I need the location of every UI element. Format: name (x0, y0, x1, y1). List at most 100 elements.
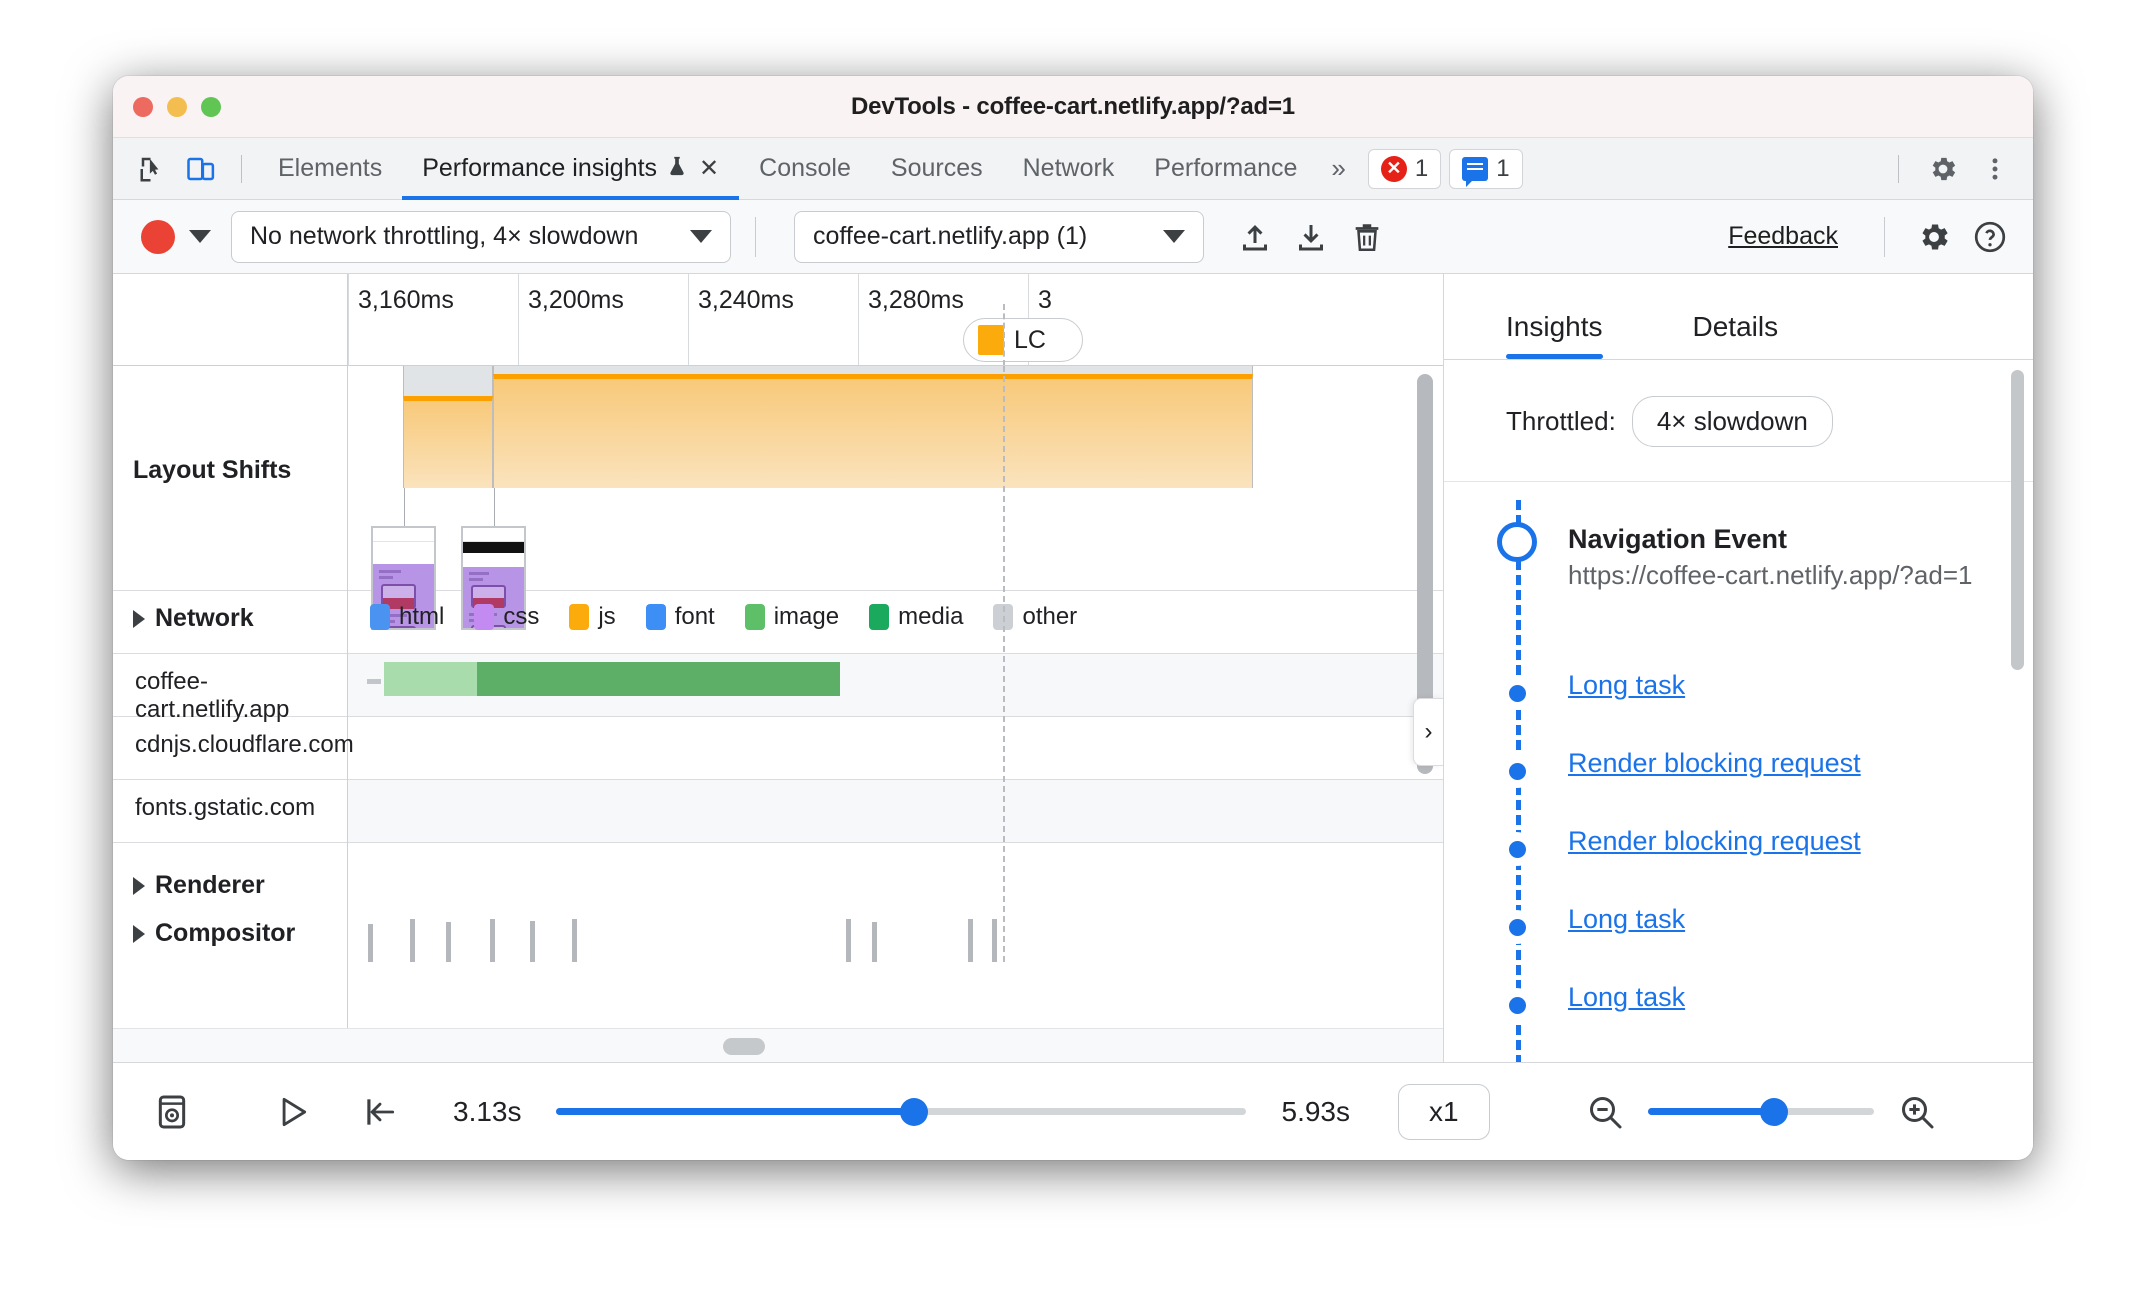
zoom-slider[interactable] (1647, 1097, 1874, 1126)
filmstrip-icon[interactable] (143, 1083, 201, 1141)
track-label-layout-shifts[interactable]: Layout Shifts (113, 456, 347, 485)
insight-body: Render blocking request (1506, 748, 1897, 826)
track-label-network[interactable]: Network (113, 604, 347, 633)
zoom-out-icon[interactable] (1576, 1083, 1634, 1141)
expand-sidebar-button[interactable]: › (1413, 698, 1443, 766)
chevron-right-icon (133, 876, 145, 895)
layout-shift-gray-segment[interactable] (403, 366, 493, 396)
timeline-dot-marker-icon (1500, 910, 1534, 944)
layout-shift-gray-segment[interactable] (493, 366, 1253, 374)
thumb-ad-banner (463, 542, 524, 553)
play-icon[interactable] (263, 1083, 321, 1141)
screen-root: DevTools - coffee-cart.netlify.app/?ad=1 (0, 0, 2146, 1316)
trash-icon[interactable] (1342, 212, 1392, 262)
tab-performance-insights[interactable]: Performance insights ✕ (402, 138, 739, 200)
message-counter-button[interactable]: 1 (1449, 148, 1523, 189)
horizontal-scroll-handle[interactable] (723, 1038, 765, 1055)
layout-shift-cluster-2[interactable] (493, 374, 1253, 488)
window-traffic-lights[interactable] (133, 96, 221, 117)
track-name: coffee-cart.netlify.app (135, 668, 290, 723)
insight-long-task-1[interactable]: Long task (1444, 670, 2033, 748)
track-label-fonts-gstatic[interactable]: fonts.gstatic.com (113, 794, 347, 822)
close-tab-icon[interactable]: ✕ (699, 154, 719, 183)
insight-long-task-2[interactable]: Long task (1444, 904, 2033, 982)
record-button[interactable] (141, 219, 175, 254)
gear-icon[interactable] (1909, 212, 1959, 262)
tab-label: Performance (1154, 154, 1298, 182)
sidebar-tab-details[interactable]: Details (1693, 311, 1779, 359)
playback-speed-button[interactable]: x1 (1398, 1083, 1490, 1140)
maximize-window-button[interactable] (201, 96, 221, 117)
insight-long-task-3[interactable]: Long task (1444, 982, 2033, 1060)
track-canvas[interactable]: html css js font image media other (348, 366, 1443, 1062)
tab-performance[interactable]: Performance (1134, 138, 1317, 200)
more-tabs-icon[interactable]: » (1317, 153, 1359, 184)
devtools-window: DevTools - coffee-cart.netlify.app/?ad=1 (113, 76, 2033, 1160)
three-dots-vertical-icon[interactable] (1971, 145, 2019, 193)
throttling-select[interactable]: No network throttling, 4× slowdown (231, 210, 731, 263)
recording-select[interactable]: coffee-cart.netlify.app (1) (794, 210, 1204, 263)
lcp-badge[interactable]: LC (963, 318, 1083, 362)
legend-label: js (598, 603, 616, 630)
insights-list: Navigation Event https://coffee-cart.net… (1444, 482, 2033, 1080)
timeline-dot-marker-icon (1500, 676, 1534, 710)
insight-link[interactable]: Long task (1568, 982, 1685, 1012)
track-label-compositor[interactable]: Compositor (113, 919, 347, 948)
insight-link[interactable]: Long task (1568, 670, 1685, 700)
tab-sources[interactable]: Sources (871, 138, 1003, 200)
download-icon[interactable] (1286, 212, 1336, 262)
zoom-in-icon[interactable] (1888, 1083, 1946, 1141)
insight-link[interactable]: Long task (1568, 904, 1685, 934)
track-label-column: Layout Shifts Network coffee-cart.netlif… (113, 366, 354, 1062)
thumb-header (373, 528, 434, 542)
gear-icon[interactable] (1919, 145, 1967, 193)
thumb-header (463, 528, 524, 542)
network-request-wait-bar[interactable] (384, 662, 477, 696)
minimize-window-button[interactable] (167, 96, 187, 117)
insight-link[interactable]: Render blocking request (1568, 748, 1861, 778)
tab-label: Performance insights (422, 154, 658, 182)
message-icon (1462, 156, 1489, 187)
legend-label: image (773, 603, 840, 630)
insight-render-blocking-1[interactable]: Render blocking request (1444, 748, 2033, 826)
close-window-button[interactable] (133, 96, 153, 117)
legend-item-image: image (744, 603, 840, 631)
tab-console[interactable]: Console (739, 138, 871, 200)
feedback-link[interactable]: Feedback (1728, 222, 1838, 251)
zoom-slider-knob[interactable] (1760, 1097, 1789, 1126)
time-range-slider[interactable] (555, 1097, 1246, 1126)
track-label-cdnjs[interactable]: cdnjs.cloudflare.com (113, 731, 354, 759)
legend-swatch (869, 604, 890, 630)
legend-swatch (370, 604, 390, 630)
playhead-marker-line (1003, 366, 1005, 962)
ruler-tick-area[interactable]: 3,160ms 3,200ms 3,240ms 3,280ms 3 LC (348, 274, 1443, 365)
tab-label: Sources (890, 154, 983, 182)
device-toolbar-icon[interactable] (177, 145, 225, 193)
sidebar-tab-insights[interactable]: Insights (1506, 311, 1603, 359)
layout-shift-cluster-1[interactable] (403, 396, 493, 488)
tab-elements[interactable]: Elements (258, 138, 402, 200)
upload-icon[interactable] (1230, 212, 1280, 262)
tab-network[interactable]: Network (1003, 138, 1135, 200)
time-range-knob[interactable] (900, 1097, 929, 1126)
record-options-chevron-down-icon[interactable] (189, 230, 211, 243)
thumbnail-connector (494, 488, 495, 526)
insight-link[interactable]: Render blocking request (1568, 826, 1861, 856)
jump-to-start-icon[interactable] (351, 1083, 409, 1141)
insight-render-blocking-2[interactable]: Render blocking request (1444, 826, 2033, 904)
range-start-time: 3.13s (453, 1095, 522, 1127)
sidebar-scrollbar[interactable] (2011, 370, 2024, 670)
lcp-label: LC (1014, 325, 1046, 354)
chevron-right-icon (133, 609, 145, 628)
track-label-coffee-cart[interactable]: coffee-cart.netlify.app (113, 668, 347, 724)
window-titlebar: DevTools - coffee-cart.netlify.app/?ad=1 (113, 76, 2033, 138)
legend-swatch (645, 604, 666, 630)
inspect-element-icon[interactable] (129, 145, 177, 193)
error-counter-button[interactable]: ✕ 1 (1367, 148, 1442, 189)
track-label-renderer[interactable]: Renderer (113, 871, 347, 900)
network-request-download-bar[interactable] (477, 662, 840, 696)
network-request-queue-bar[interactable] (367, 679, 381, 684)
help-icon[interactable] (1965, 212, 2015, 262)
insight-navigation-event[interactable]: Navigation Event https://coffee-cart.net… (1444, 522, 2033, 670)
timeline-horizontal-scrollbar[interactable] (113, 1028, 1443, 1062)
